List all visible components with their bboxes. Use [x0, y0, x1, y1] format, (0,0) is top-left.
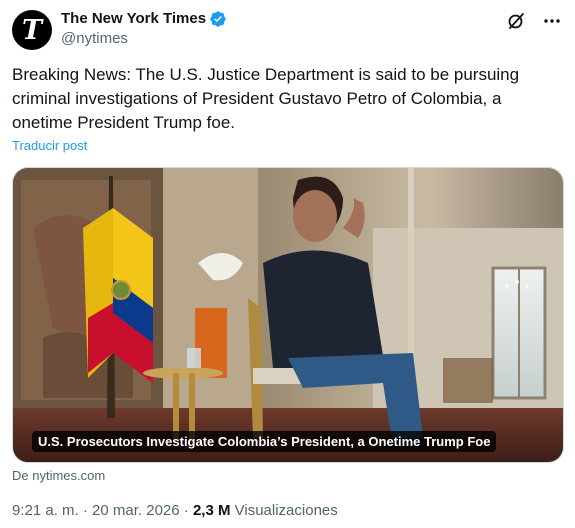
grok-icon [508, 13, 524, 29]
handle[interactable]: @nytimes [61, 30, 227, 47]
tweet-text: Breaking News: The U.S. Justice Departme… [12, 65, 520, 132]
tweet-date[interactable]: 20 mar. 2026 [92, 502, 180, 519]
more-icon [544, 19, 560, 23]
meta-separator-2: · [179, 502, 193, 519]
link-card-image[interactable]: U.S. Prosecutors Investigate Colombia’s … [12, 167, 564, 463]
translate-post-link[interactable]: Traducir post [12, 138, 87, 153]
verified-badge-icon [210, 10, 226, 27]
author-names: The New York Times @nytimes [61, 8, 227, 47]
more-button[interactable] [541, 10, 563, 32]
tweet-time[interactable]: 9:21 a. m. [12, 502, 79, 519]
avatar[interactable]: T [12, 10, 52, 50]
tweet-meta: 9:21 a. m. · 20 mar. 2026 · 2,3 M Visual… [12, 502, 338, 519]
grok-button[interactable] [505, 10, 527, 32]
nyt-logo-icon: T [21, 14, 43, 46]
header-actions [505, 10, 563, 32]
views-label: Visualizaciones [230, 502, 338, 519]
tweet-header: T The New York Times @nytimes [12, 8, 563, 52]
card-caption: U.S. Prosecutors Investigate Colombia’s … [32, 431, 497, 452]
card-source[interactable]: De nytimes.com [12, 468, 105, 483]
views-count: 2,3 M [192, 502, 231, 519]
display-name-row: The New York Times [61, 8, 227, 29]
article-photo [13, 168, 563, 462]
meta-separator: · [78, 502, 93, 519]
display-name[interactable]: The New York Times [61, 10, 206, 27]
